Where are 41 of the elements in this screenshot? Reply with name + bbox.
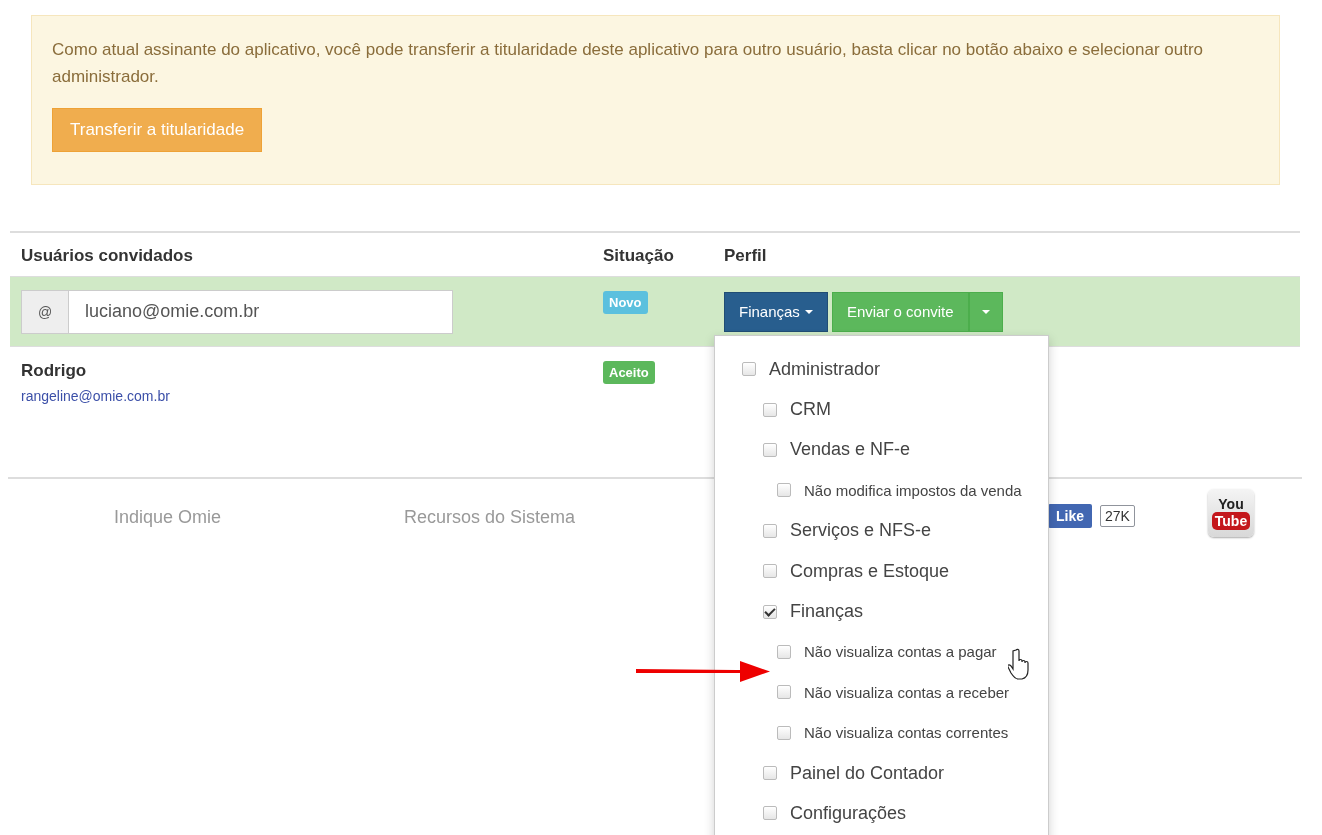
user-email: rangeline@omie.com.br (21, 388, 171, 404)
checkbox[interactable] (763, 402, 777, 417)
status-label: Novo (603, 291, 648, 314)
profile-dropdown-button[interactable]: Finanças (724, 291, 828, 332)
notice-text: Como atual assinante do aplicativo, você pode transferir a titularidade deste aplicativo para outro usuário, basta clicar no botão abaixo e selecionar outro administrador. (52, 39, 1205, 88)
checkbox[interactable] (763, 806, 777, 821)
checkbox[interactable] (777, 725, 791, 740)
column-header: Usuários convidados (20, 245, 194, 267)
menu-item-label[interactable]: Compras e Estoque (790, 560, 950, 582)
menu-item-label[interactable]: Não modifica impostos da venda (804, 481, 1022, 499)
caret-icon (981, 309, 990, 314)
like-count: 27K (1100, 505, 1135, 527)
menu-item-label[interactable]: CRM (790, 399, 831, 421)
menu-item-label[interactable]: Vendas e NF-e (790, 439, 911, 461)
checkbox[interactable] (763, 523, 777, 538)
menu-item-label[interactable]: Finanças (790, 601, 864, 623)
checkbox[interactable] (763, 604, 777, 619)
menu-item-label[interactable]: Administrador (769, 358, 881, 380)
user-name: Rodrigo (21, 361, 88, 381)
menu-item-label[interactable]: Painel do Contador (790, 762, 945, 784)
menu-item-label[interactable]: Não visualiza contas correntes (804, 724, 1009, 742)
column-header: Perfil (723, 245, 768, 267)
checkbox[interactable] (777, 685, 791, 700)
checkbox[interactable] (742, 362, 756, 377)
menu-item-label[interactable]: Não visualiza contas a pagar (804, 643, 997, 661)
menu-item-label[interactable]: Não visualiza contas a receber (804, 683, 1010, 701)
checkbox[interactable] (777, 644, 791, 659)
checkbox[interactable] (777, 483, 791, 498)
column-header: Situação (602, 245, 675, 267)
checkbox[interactable] (763, 564, 777, 579)
video-site-logo[interactable]: You Tube (1208, 489, 1254, 537)
like-button[interactable]: Like (1048, 504, 1092, 528)
status-label: Aceito (603, 361, 655, 384)
at-addon: @ (21, 289, 69, 334)
menu-item-label[interactable]: Serviços e NFS-e (790, 520, 932, 542)
arrow-icon (636, 661, 770, 683)
send-options-button[interactable] (968, 291, 1003, 332)
email-input[interactable]: luciano@omie.com.br (69, 289, 453, 334)
menu-item-label[interactable]: Configurações (790, 803, 907, 824)
checkbox[interactable] (763, 442, 777, 457)
checkbox[interactable] (763, 766, 777, 781)
